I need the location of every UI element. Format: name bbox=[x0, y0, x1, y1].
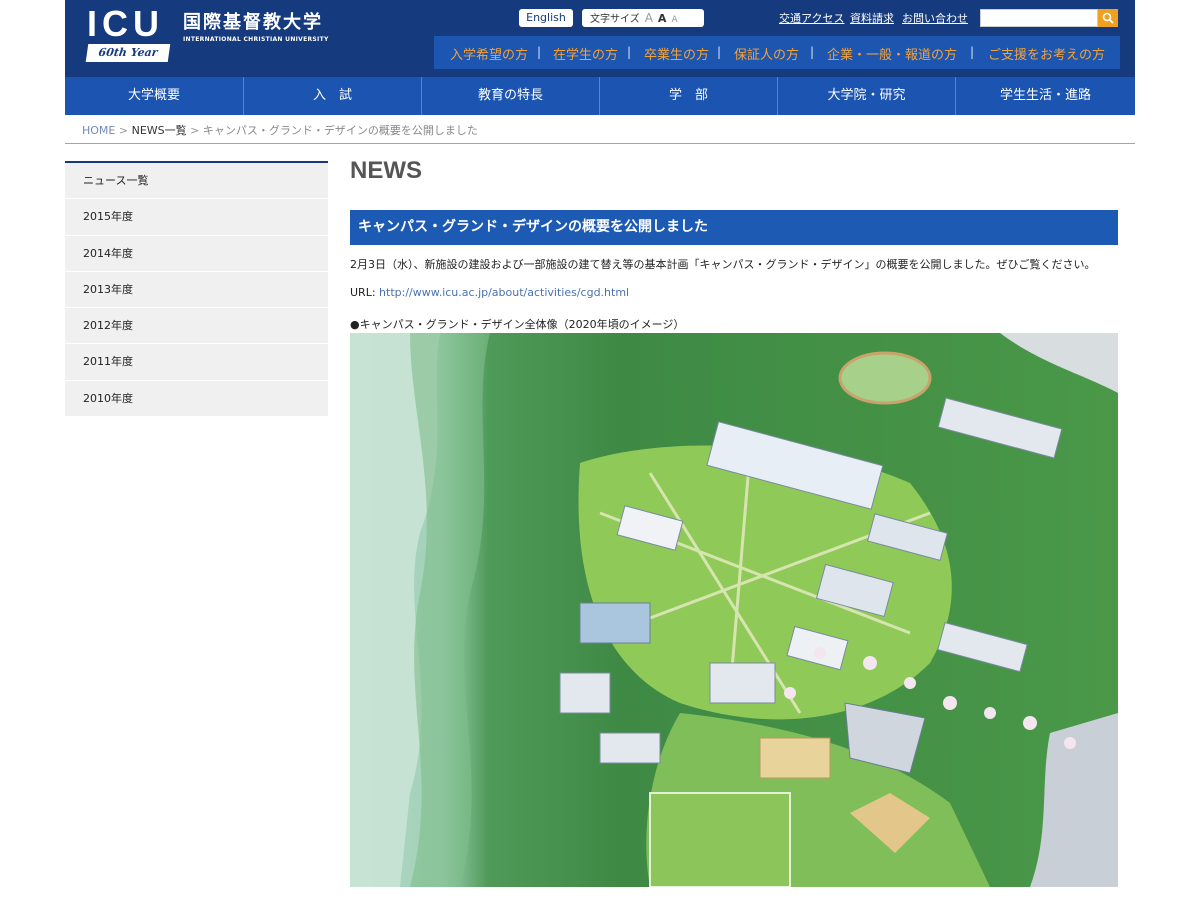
nav-admissions[interactable]: 入 試 bbox=[244, 77, 422, 115]
sidebar: ニュース一覧 2015年度 2014年度 2013年度 2012年度 2011年… bbox=[65, 161, 328, 418]
logo-mark: ICU bbox=[87, 3, 164, 44]
nav-education[interactable]: 教育の特長 bbox=[422, 77, 600, 115]
audience-separator: | bbox=[627, 45, 632, 59]
article-title: キャンパス・グランド・デザインの概要を公開しました bbox=[350, 210, 1118, 245]
search-icon bbox=[1102, 12, 1114, 24]
audience-prospective[interactable]: 入学希望の方 bbox=[450, 44, 528, 63]
section-heading: NEWS bbox=[350, 157, 422, 184]
breadcrumb-current: キャンパス・グランド・デザインの概要を公開しました bbox=[202, 124, 478, 137]
breadcrumb-separator: > bbox=[118, 124, 129, 137]
article-url-line: URL: http://www.icu.ac.jp/about/activiti… bbox=[350, 286, 629, 299]
font-size-control: 文字サイズ A A A bbox=[582, 9, 704, 27]
breadcrumb-divider bbox=[65, 143, 1135, 144]
sidebar-item-news-list[interactable]: ニュース一覧 bbox=[65, 163, 328, 200]
breadcrumb-home[interactable]: HOME bbox=[82, 124, 115, 137]
audience-separator: | bbox=[717, 45, 722, 59]
font-size-label: 文字サイズ bbox=[590, 14, 640, 25]
audience-nav: 入学希望の方 | 在学生の方 | 卒業生の方 | 保証人の方 | 企業・一般・報… bbox=[434, 36, 1120, 69]
nav-student-life[interactable]: 学生生活・進路 bbox=[956, 77, 1135, 115]
audience-guardians[interactable]: 保証人の方 bbox=[734, 44, 799, 63]
brochure-link[interactable]: 資料請求 bbox=[850, 10, 894, 26]
sidebar-item-2011[interactable]: 2011年度 bbox=[65, 344, 328, 381]
main-nav: 大学概要 入 試 教育の特長 学 部 大学院・研究 学生生活・進路 bbox=[65, 77, 1135, 115]
nav-faculty[interactable]: 学 部 bbox=[600, 77, 778, 115]
audience-students[interactable]: 在学生の方 bbox=[553, 44, 618, 63]
audience-corporate[interactable]: 企業・一般・報道の方 bbox=[827, 44, 957, 63]
breadcrumb: HOME > NEWS一覧 > キャンパス・グランド・デザインの概要を公開しまし… bbox=[82, 122, 478, 138]
sidebar-item-2013[interactable]: 2013年度 bbox=[65, 272, 328, 309]
nav-about[interactable]: 大学概要 bbox=[65, 77, 244, 115]
audience-donors[interactable]: ご支援をお考えの方 bbox=[988, 44, 1105, 63]
url-label: URL: bbox=[350, 286, 376, 299]
audience-separator: | bbox=[970, 45, 975, 59]
access-link[interactable]: 交通アクセス bbox=[779, 10, 844, 26]
campus-grand-design-image bbox=[350, 333, 1118, 887]
english-button[interactable]: English bbox=[519, 9, 573, 27]
article-url-link[interactable]: http://www.icu.ac.jp/about/activities/cg… bbox=[379, 286, 629, 299]
sidebar-item-2015[interactable]: 2015年度 bbox=[65, 199, 328, 236]
logo-name-jp: 国際基督教大学 bbox=[183, 12, 323, 33]
sidebar-item-2012[interactable]: 2012年度 bbox=[65, 308, 328, 345]
image-caption: ●キャンパス・グランド・デザイン全体像（2020年頃のイメージ） bbox=[350, 318, 685, 331]
audience-separator: | bbox=[537, 45, 542, 59]
nav-graduate[interactable]: 大学院・研究 bbox=[778, 77, 956, 115]
breadcrumb-separator: > bbox=[190, 124, 200, 137]
font-size-large-button[interactable]: A bbox=[645, 9, 653, 27]
sidebar-item-2010[interactable]: 2010年度 bbox=[65, 381, 328, 418]
audience-separator: | bbox=[810, 45, 815, 59]
logo-name-en: INTERNATIONAL CHRISTIAN UNIVERSITY bbox=[183, 36, 329, 43]
contact-link[interactable]: お問い合わせ bbox=[902, 10, 968, 26]
campus-aerial-illustration bbox=[350, 333, 1118, 887]
search-button[interactable] bbox=[1098, 9, 1118, 27]
article-body: 2月3日（水）、新施設の建設および一部施設の建て替え等の基本計画「キャンパス・グ… bbox=[350, 258, 1096, 271]
audience-alumni[interactable]: 卒業生の方 bbox=[644, 44, 709, 63]
sidebar-item-2014[interactable]: 2014年度 bbox=[65, 236, 328, 272]
icu-logo[interactable]: ICU 60th Year 国際基督教大学 INTERNATIONAL CHRI… bbox=[85, 3, 337, 64]
breadcrumb-news[interactable]: NEWS一覧 bbox=[132, 124, 187, 137]
search-input[interactable] bbox=[980, 9, 1098, 27]
font-size-medium-button[interactable]: A bbox=[658, 10, 667, 28]
anniversary-badge: 60th Year bbox=[85, 44, 171, 62]
font-size-small-button[interactable]: A bbox=[671, 11, 677, 29]
